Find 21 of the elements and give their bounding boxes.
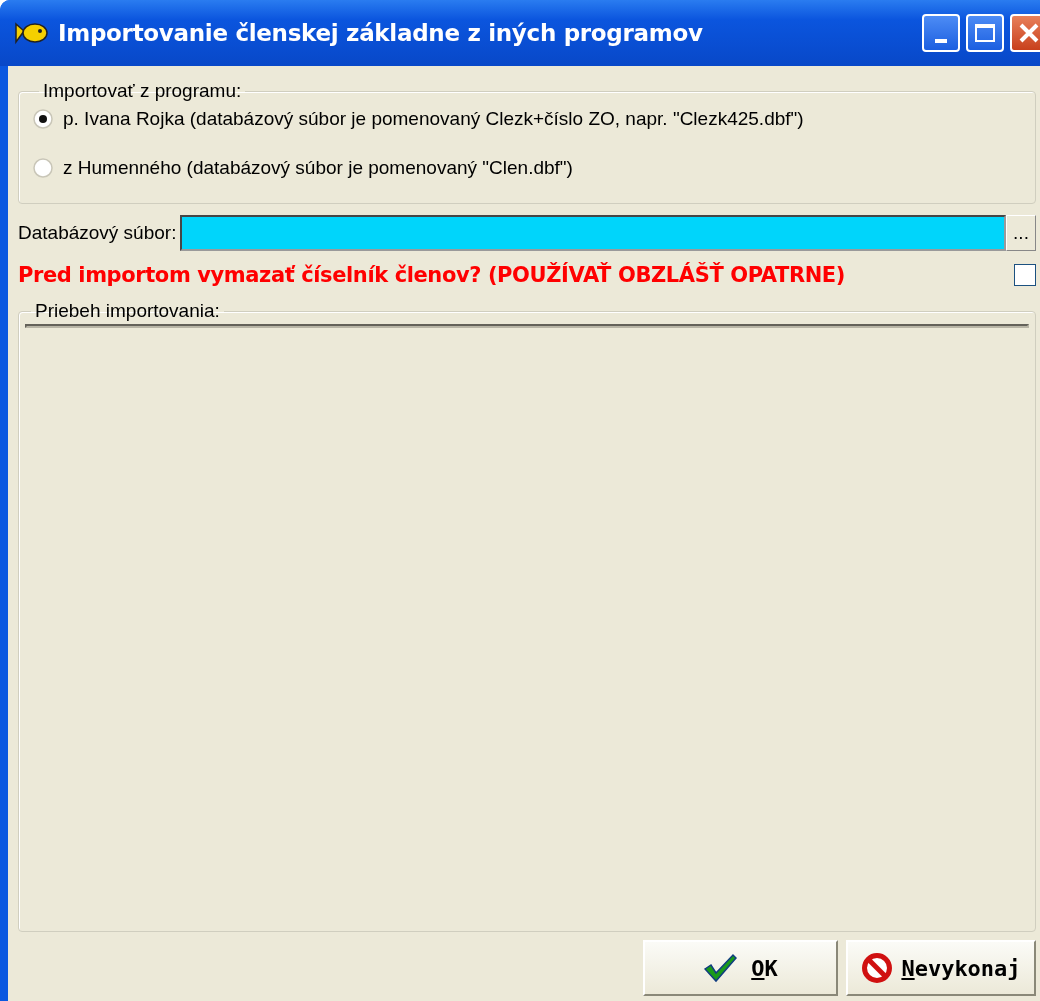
group-title: Priebeh importovania: (34, 300, 221, 322)
check-icon (703, 953, 738, 983)
cancel-button[interactable]: Nevykonaj (846, 940, 1036, 996)
maximize-button[interactable] (966, 14, 1004, 52)
minimize-button[interactable] (922, 14, 960, 52)
prohibited-icon (861, 952, 894, 984)
checkbox[interactable] (1014, 264, 1036, 286)
close-icon (1018, 22, 1040, 44)
radio-button[interactable] (33, 109, 53, 129)
group-title: Importovať z programu: (42, 80, 243, 102)
radio-button[interactable] (33, 158, 53, 178)
file-field[interactable] (180, 215, 1006, 251)
radio-label[interactable]: p. Ivana Rojka (databázový súbor je pomenovaný Clezk+číslo ZO, napr. "Clezk425.dbf") (63, 108, 804, 130)
close-button[interactable] (1010, 14, 1040, 52)
ok-button[interactable]: OK (643, 940, 838, 996)
browse-button[interactable]: ... (1006, 215, 1036, 251)
radio-label[interactable]: z Humenného (databázový súbor je pomenovaný "Clen.dbf") (63, 157, 573, 179)
fish-icon (14, 20, 48, 46)
window-title: Importovanie členskej základne z iných programov (58, 20, 704, 46)
field-label: Databázový súbor: (18, 222, 177, 244)
warning-label: Pred importom vymazať číselník členov? (POUŽÍVAŤ OBZLÁŠŤ OPATRNE) (18, 263, 845, 287)
